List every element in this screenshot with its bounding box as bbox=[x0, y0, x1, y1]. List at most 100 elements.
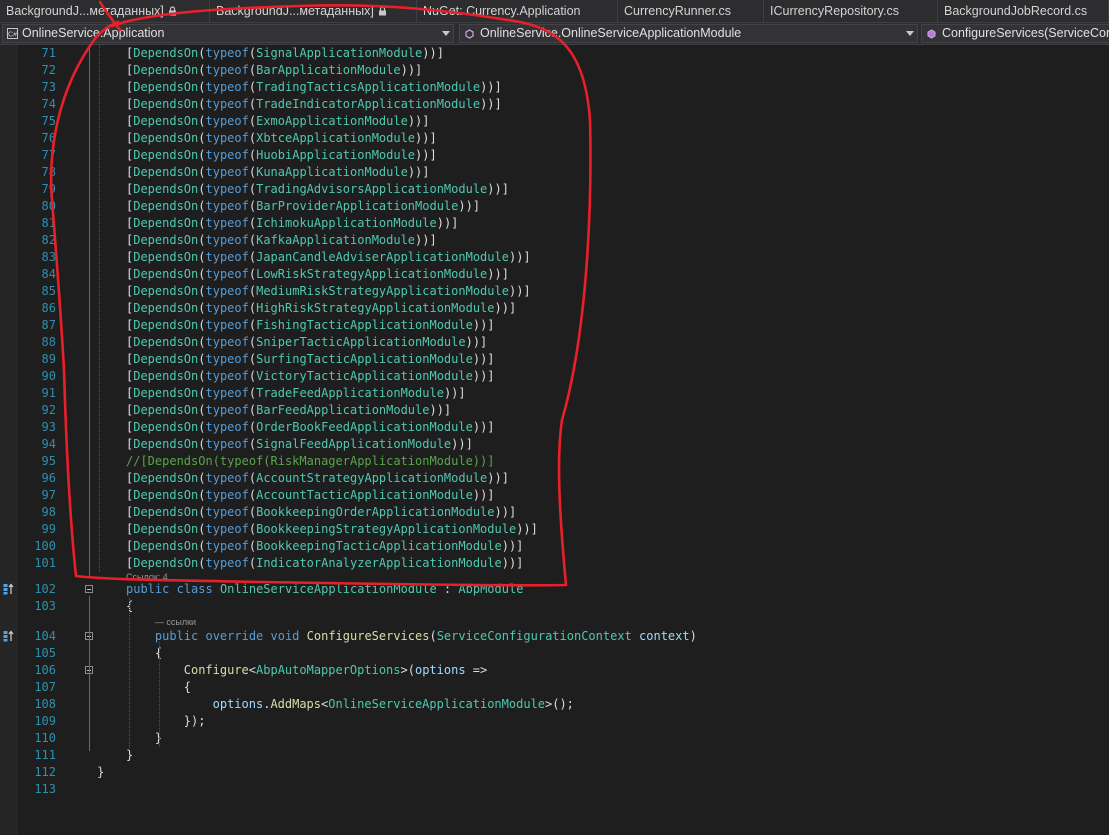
line-number: 108 bbox=[34, 697, 56, 711]
punctuation: ))] bbox=[480, 97, 502, 111]
code-line[interactable]: 102 public class OnlineServiceApplication… bbox=[0, 581, 1109, 598]
code-line[interactable]: 72 [DependsOn(typeof(BarApplicationModule… bbox=[0, 62, 1109, 79]
code-line[interactable]: 110} bbox=[0, 730, 1109, 747]
code-line[interactable]: 83 [DependsOn(typeof(JapanCandleAdviserAp… bbox=[0, 249, 1109, 266]
keyword: typeof bbox=[205, 522, 249, 536]
code-text: } bbox=[126, 747, 133, 764]
depends-on-attribute: [DependsOn(typeof(MediumRiskStrategyAppl… bbox=[126, 283, 531, 300]
keyword: typeof bbox=[205, 488, 249, 502]
depends-on-attribute: [DependsOn(typeof(VictoryTacticApplicati… bbox=[126, 368, 495, 385]
module-name: HighRiskStrategyApplicationModule bbox=[256, 301, 495, 315]
code-line[interactable]: 108 options.AddMaps<OnlineServiceApplicat… bbox=[0, 696, 1109, 713]
code-line[interactable]: 100 [DependsOn(typeof(BookkeepingTacticAp… bbox=[0, 538, 1109, 555]
collapse-icon[interactable] bbox=[85, 585, 93, 593]
code-line[interactable]: 82 [DependsOn(typeof(KafkaApplicationModu… bbox=[0, 232, 1109, 249]
code-line[interactable]: 98 [DependsOn(typeof(BookkeepingOrderAppl… bbox=[0, 504, 1109, 521]
code-line[interactable]: 76 [DependsOn(typeof(XbtceApplicationModu… bbox=[0, 130, 1109, 147]
code-line[interactable]: 101 [DependsOn(typeof(IndicatorAnalyzerAp… bbox=[0, 555, 1109, 572]
code-line[interactable]: 77 [DependsOn(typeof(HuobiApplicationModu… bbox=[0, 147, 1109, 164]
attribute-name: DependsOn bbox=[133, 233, 199, 247]
code-area[interactable]: 71 [DependsOn(typeof(SignalApplicationMod… bbox=[0, 45, 1109, 835]
line-number: 82 bbox=[41, 233, 56, 247]
document-tab[interactable]: BackgroundJobRecord.cs bbox=[938, 0, 1109, 22]
code-line[interactable]: 85 [DependsOn(typeof(MediumRiskStrategyAp… bbox=[0, 283, 1109, 300]
document-tab[interactable]: BackgroundJ...метаданных] bbox=[0, 0, 210, 22]
code-line[interactable]: 79 [DependsOn(typeof(TradingAdvisorsAppli… bbox=[0, 181, 1109, 198]
code-line[interactable]: 80 [DependsOn(typeof(BarProviderApplicati… bbox=[0, 198, 1109, 215]
depends-on-attribute: [DependsOn(typeof(TradingAdvisorsApplica… bbox=[126, 181, 509, 198]
code-line[interactable]: 96 [DependsOn(typeof(AccountStrategyAppli… bbox=[0, 470, 1109, 487]
attribute-name: DependsOn bbox=[133, 318, 199, 332]
member-dropdown[interactable]: ConfigureServices(ServiceConfi bbox=[921, 24, 1109, 43]
document-tab-label: BackgroundJ...метаданных] bbox=[216, 4, 374, 18]
code-text: public override void ConfigureServices(S… bbox=[155, 628, 697, 645]
depends-on-attribute: [DependsOn(typeof(XbtceApplicationModule… bbox=[126, 130, 437, 147]
code-line[interactable]: 95 //[DependsOn(typeof(RiskManagerApplica… bbox=[0, 453, 1109, 470]
lock-icon bbox=[168, 6, 176, 16]
code-line[interactable]: 74 [DependsOn(typeof(TradeIndicatorApplic… bbox=[0, 96, 1109, 113]
code-line[interactable]: 84 [DependsOn(typeof(LowRiskStrategyAppli… bbox=[0, 266, 1109, 283]
code-line[interactable]: 93 [DependsOn(typeof(OrderBookFeedApplica… bbox=[0, 419, 1109, 436]
code-line[interactable]: 97 [DependsOn(typeof(AccountTacticApplica… bbox=[0, 487, 1109, 504]
code-line[interactable]: 78 [DependsOn(typeof(KunaApplicationModul… bbox=[0, 164, 1109, 181]
code-line[interactable]: 87 [DependsOn(typeof(FishingTacticApplica… bbox=[0, 317, 1109, 334]
document-tab[interactable]: NuGet: Currency.Application bbox=[417, 0, 618, 22]
document-tab[interactable]: CurrencyRunner.cs bbox=[618, 0, 764, 22]
keyword: typeof bbox=[205, 284, 249, 298]
module-name: IchimokuApplicationModule bbox=[256, 216, 437, 230]
code-line[interactable]: 88 [DependsOn(typeof(SniperTacticApplicat… bbox=[0, 334, 1109, 351]
attribute-name: DependsOn bbox=[133, 216, 199, 230]
document-tab[interactable]: ICurrencyRepository.cs bbox=[764, 0, 938, 22]
punctuation: ( bbox=[248, 386, 257, 400]
code-line[interactable]: 106 Configure<AbpAutoMapperOptions>(optio… bbox=[0, 662, 1109, 679]
code-line[interactable]: 105{ bbox=[0, 645, 1109, 662]
codelens-references[interactable]: — ссылки bbox=[155, 616, 196, 628]
code-line[interactable]: 81 [DependsOn(typeof(IchimokuApplicationM… bbox=[0, 215, 1109, 232]
override-marker-icon[interactable] bbox=[3, 630, 15, 642]
punctuation: ( bbox=[198, 522, 206, 536]
punctuation: ( bbox=[248, 267, 257, 281]
indent-guide bbox=[159, 642, 160, 747]
code-line[interactable]: 75 [DependsOn(typeof(ExmoApplicationModul… bbox=[0, 113, 1109, 130]
keyword: typeof bbox=[205, 233, 249, 247]
code-line[interactable]: 103{ bbox=[0, 598, 1109, 615]
code-line[interactable]: 92 [DependsOn(typeof(BarFeedApplicationMo… bbox=[0, 402, 1109, 419]
attribute-name: DependsOn bbox=[133, 182, 199, 196]
code-line[interactable]: 107 { bbox=[0, 679, 1109, 696]
punctuation: ( bbox=[198, 369, 206, 383]
punctuation bbox=[632, 629, 639, 643]
code-line[interactable]: 112} bbox=[0, 764, 1109, 781]
code-line[interactable]: 111} bbox=[0, 747, 1109, 764]
depends-on-attribute: [DependsOn(typeof(AccountTacticApplicati… bbox=[126, 487, 495, 504]
line-number: 74 bbox=[41, 97, 56, 111]
module-name: SignalFeedApplicationModule bbox=[256, 437, 452, 451]
code-line[interactable]: 113 bbox=[0, 781, 1109, 798]
document-tab[interactable]: BackgroundJ...метаданных] bbox=[210, 0, 417, 22]
project-dropdown[interactable]: C# OnlineService.Application bbox=[2, 24, 454, 43]
punctuation: ))] bbox=[472, 369, 495, 383]
code-line[interactable]: 89 [DependsOn(typeof(SurfingTacticApplica… bbox=[0, 351, 1109, 368]
override-marker-icon[interactable] bbox=[3, 583, 15, 595]
code-line[interactable]: 109}); bbox=[0, 713, 1109, 730]
line-number: 75 bbox=[41, 114, 56, 128]
code-editor[interactable]: 71 [DependsOn(typeof(SignalApplicationMod… bbox=[0, 45, 1109, 835]
code-line[interactable]: 73 [DependsOn(typeof(TradingTacticsApplic… bbox=[0, 79, 1109, 96]
keyword: typeof bbox=[205, 420, 249, 434]
code-line[interactable]: 71 [DependsOn(typeof(SignalApplicationMod… bbox=[0, 45, 1109, 62]
punctuation bbox=[169, 582, 176, 596]
line-number: 97 bbox=[41, 488, 56, 502]
keyword: typeof bbox=[205, 97, 249, 111]
code-text: } bbox=[97, 764, 104, 781]
punctuation: ( bbox=[198, 97, 206, 111]
punctuation: ( bbox=[429, 629, 437, 643]
code-line[interactable]: 99 [DependsOn(typeof(BookkeepingStrategyA… bbox=[0, 521, 1109, 538]
punctuation: ( bbox=[198, 488, 206, 502]
code-line[interactable]: 91 [DependsOn(typeof(TradeFeedApplication… bbox=[0, 385, 1109, 402]
code-line[interactable]: 94 [DependsOn(typeof(SignalFeedApplicatio… bbox=[0, 436, 1109, 453]
type-dropdown-label: OnlineService.OnlineServiceApplicationMo… bbox=[480, 26, 742, 40]
code-line[interactable]: 86 [DependsOn(typeof(HighRiskStrategyAppl… bbox=[0, 300, 1109, 317]
code-line[interactable]: 104 public override void ConfigureService… bbox=[0, 628, 1109, 645]
code-line[interactable]: 90 [DependsOn(typeof(VictoryTacticApplica… bbox=[0, 368, 1109, 385]
line-number: 95 bbox=[41, 454, 56, 468]
type-dropdown[interactable]: OnlineService.OnlineServiceApplicationMo… bbox=[459, 24, 918, 43]
